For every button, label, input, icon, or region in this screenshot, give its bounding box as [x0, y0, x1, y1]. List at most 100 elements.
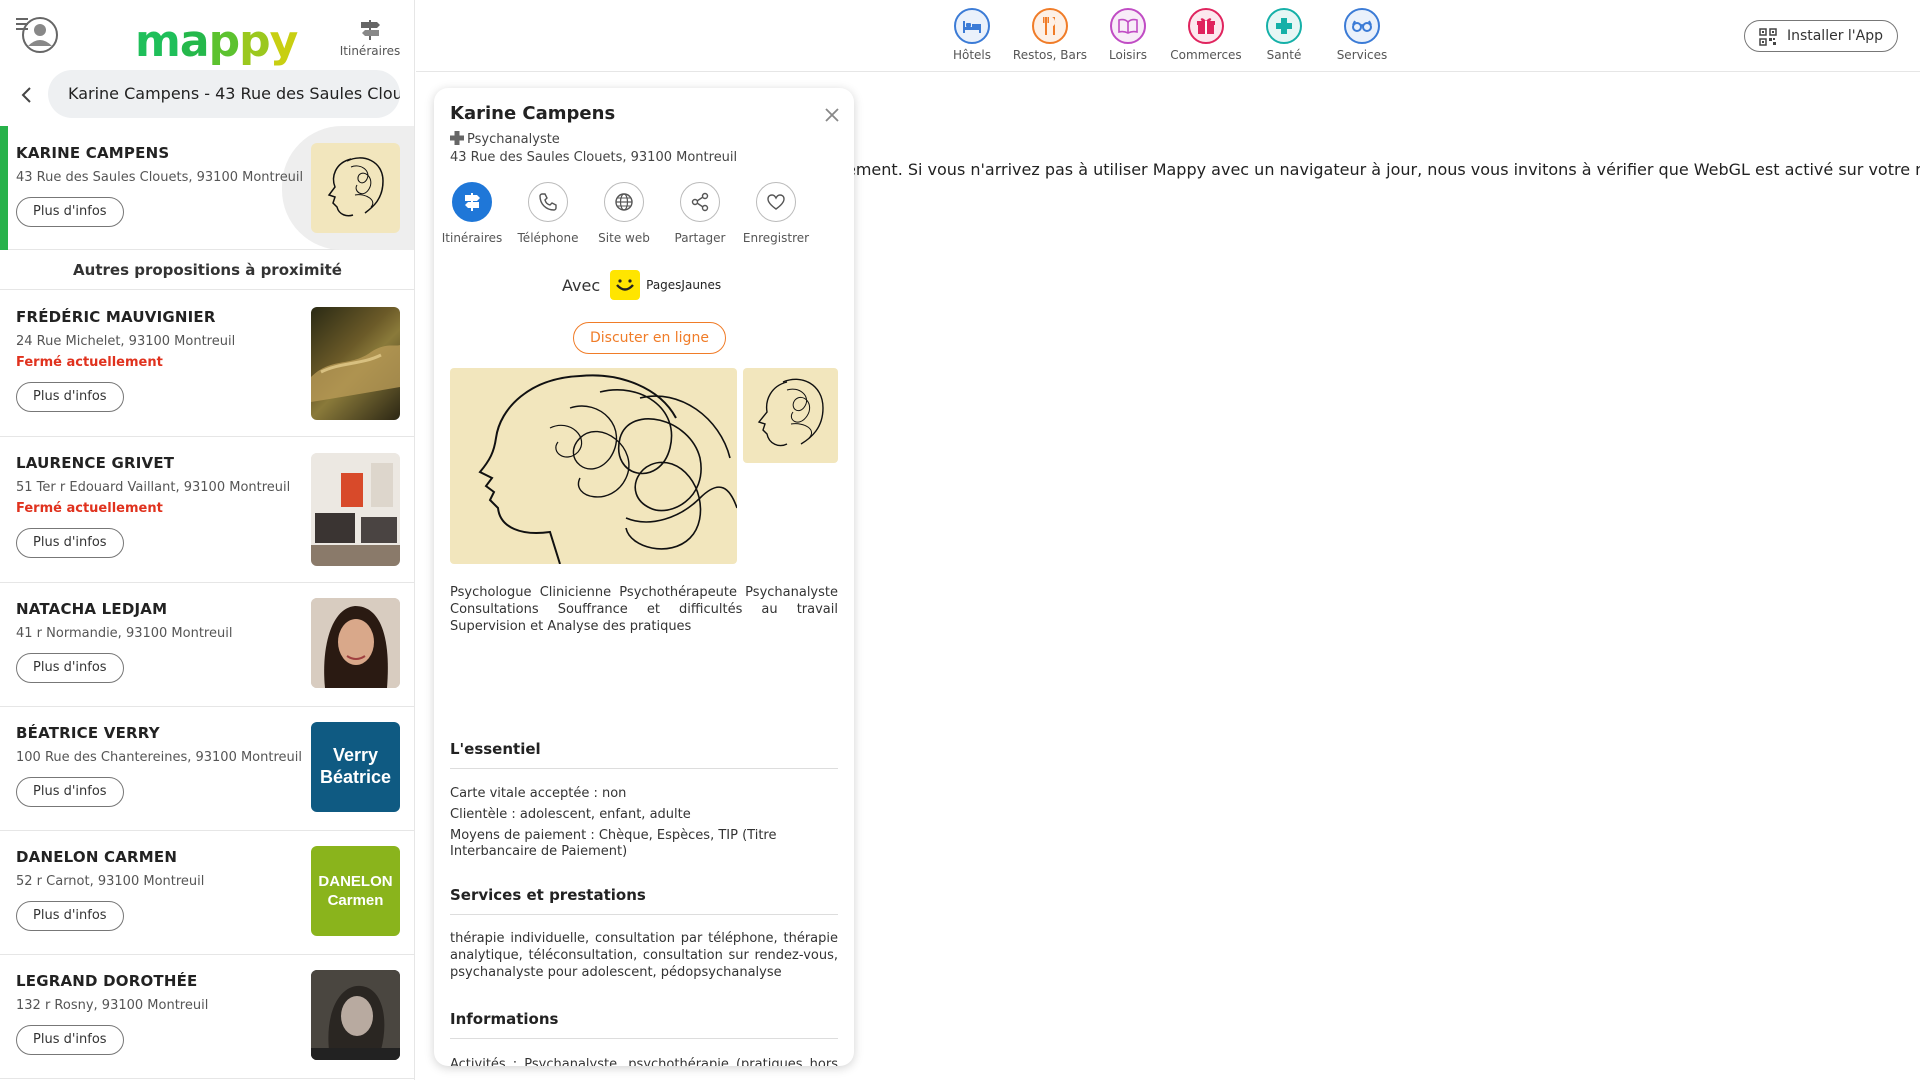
result-name: LAURENCE GRIVET	[16, 454, 175, 472]
category-bar: Hôtels Restos, Bars Loisirs Commerces Sa…	[416, 0, 1920, 72]
globe-icon	[604, 182, 644, 222]
category-loisirs[interactable]: Loisirs	[1088, 8, 1168, 62]
list-item[interactable]: LAURENCE GRIVET 51 Ter r Edouard Vaillan…	[0, 437, 414, 583]
more-info-button[interactable]: Plus d'infos	[16, 777, 124, 807]
result-text: BÉATRICE VERRY 100 Rue des Chantereines,…	[16, 724, 306, 807]
result-address: 52 r Carnot, 93100 Montreuil	[16, 874, 205, 889]
result-name: NATACHA LEDJAM	[16, 600, 168, 618]
fork-knife-icon	[1032, 8, 1068, 44]
thumbnail-text: Béatrice	[319, 767, 392, 787]
cross-icon	[1266, 8, 1302, 44]
search-input[interactable]: Karine Campens - 43 Rue des Saules Cloue	[48, 70, 400, 118]
office-photo-image	[311, 453, 400, 566]
result-address: 100 Rue des Chantereines, 93100 Montreui…	[16, 750, 302, 765]
more-info-button[interactable]: Plus d'infos	[16, 382, 124, 412]
face-sketch-image	[757, 378, 824, 447]
result-text: LAURENCE GRIVET 51 Ter r Edouard Vaillan…	[16, 454, 306, 558]
result-thumbnail[interactable]	[311, 307, 400, 420]
pagesjaunes-partner: Avec PagesJaunes	[562, 270, 721, 300]
pagesjaunes-text: PagesJaunes	[646, 278, 722, 292]
logo-letter: y	[269, 16, 299, 67]
chat-online-button[interactable]: Discuter en ligne	[573, 322, 726, 354]
more-info-button[interactable]: Plus d'infos	[16, 1025, 124, 1055]
result-name: FRÉDÉRIC MAUVIGNIER	[16, 308, 216, 326]
section-informations-title: Informations	[450, 1010, 838, 1039]
category-sante[interactable]: Santé	[1244, 8, 1324, 62]
qr-code-icon	[1759, 28, 1777, 46]
list-item[interactable]: FRÉDÉRIC MAUVIGNIER 24 Rue Michelet, 931…	[0, 291, 414, 437]
essentiel-line: Moyens de paiement : Chèque, Espèces, TI…	[450, 828, 777, 859]
essentiel-line: Carte vitale acceptée : non	[450, 786, 627, 801]
pagesjaunes-logo-icon	[610, 270, 641, 300]
logo-letter: m	[135, 16, 181, 67]
portrait-photo-image	[311, 598, 400, 688]
avec-label: Avec	[562, 275, 601, 295]
close-button[interactable]	[824, 104, 840, 129]
category-restos[interactable]: Restos, Bars	[1010, 8, 1090, 62]
result-thumbnail[interactable]	[311, 598, 400, 688]
action-label: Enregistrer	[742, 231, 810, 245]
place-category: Psychanalyste	[450, 131, 560, 147]
book-icon	[1110, 8, 1146, 44]
action-partager[interactable]: Partager	[662, 182, 738, 245]
itineraires-button[interactable]: Itinéraires	[338, 18, 402, 58]
result-thumbnail[interactable]	[311, 453, 400, 566]
more-info-button[interactable]: Plus d'infos	[16, 653, 124, 683]
status-closed: Fermé actuellement	[16, 355, 163, 370]
featured-result[interactable]: KARINE CAMPENS 43 Rue des Saules Clouets…	[0, 126, 414, 250]
action-label: Itinéraires	[441, 231, 503, 245]
list-item[interactable]: LEGRAND DOROTHÉE 132 r Rosny, 93100 Mont…	[0, 955, 414, 1079]
category-hotels[interactable]: Hôtels	[932, 8, 1012, 62]
status-closed: Fermé actuellement	[16, 501, 163, 516]
result-text: DANELON CARMEN 52 r Carnot, 93100 Montre…	[16, 848, 306, 931]
webgl-warning: ement. Si vous n'arrivez pas à utiliser …	[846, 160, 1920, 179]
services-text: thérapie individuelle, consultation par …	[450, 931, 838, 980]
list-item[interactable]: DANELON CARMEN 52 r Carnot, 93100 Montre…	[0, 831, 414, 955]
action-row: Itinéraires Téléphone Site web Partager …	[434, 182, 854, 252]
essentiel-line: Clientèle : adolescent, enfant, adulte	[450, 807, 691, 822]
face-sketch-image	[327, 157, 384, 217]
glasses-icon	[1344, 8, 1380, 44]
install-app-label: Installer l'App	[1786, 28, 1883, 44]
action-enregistrer[interactable]: Enregistrer	[738, 182, 814, 245]
place-title: Karine Campens	[450, 103, 616, 124]
cross-icon	[450, 131, 464, 145]
install-app-button[interactable]: Installer l'App	[1743, 20, 1898, 52]
place-description: Psychologue Clinicienne Psychothérapeute…	[450, 585, 838, 634]
place-category-label: Psychanalyste	[467, 132, 560, 147]
mappy-logo[interactable]: mappy	[135, 16, 299, 67]
couch-photo-image	[311, 345, 400, 402]
result-thumbnail[interactable]: Verry Béatrice	[311, 722, 400, 812]
gallery-thumbnail-image[interactable]	[743, 368, 838, 463]
close-icon	[825, 108, 839, 122]
result-address: 51 Ter r Edouard Vaillant, 93100 Montreu…	[16, 480, 291, 495]
action-telephone[interactable]: Téléphone	[510, 182, 586, 245]
proximity-title: Autres propositions à proximité	[0, 250, 414, 290]
category-services[interactable]: Services	[1322, 8, 1402, 62]
result-thumbnail[interactable]: DANELON Carmen	[311, 846, 400, 936]
back-button[interactable]	[16, 84, 38, 106]
logo-letter: p	[208, 16, 240, 67]
result-text: FRÉDÉRIC MAUVIGNIER 24 Rue Michelet, 931…	[16, 308, 306, 412]
more-info-button[interactable]: Plus d'infos	[16, 528, 124, 558]
gallery-main-image[interactable]	[450, 368, 737, 564]
result-thumbnail[interactable]	[311, 143, 400, 233]
category-commerces[interactable]: Commerces	[1166, 8, 1246, 62]
list-item[interactable]: BÉATRICE VERRY 100 Rue des Chantereines,…	[0, 707, 414, 831]
list-item[interactable]: NATACHA LEDJAM 41 r Normandie, 93100 Mon…	[0, 583, 414, 707]
category-label: Services	[1336, 48, 1388, 62]
category-label: Commerces	[1170, 48, 1242, 62]
result-address: 41 r Normandie, 93100 Montreuil	[16, 626, 233, 641]
action-site-web[interactable]: Site web	[586, 182, 662, 245]
action-itineraires[interactable]: Itinéraires	[434, 182, 510, 245]
result-text: LEGRAND DOROTHÉE 132 r Rosny, 93100 Mont…	[16, 972, 306, 1055]
logo-letter: a	[179, 16, 210, 67]
more-info-button[interactable]: Plus d'infos	[16, 901, 124, 931]
result-thumbnail[interactable]	[311, 970, 400, 1060]
sidebar: mappy Itinéraires Karine Campens - 43 Ru…	[0, 0, 415, 1080]
user-menu-button[interactable]	[14, 14, 60, 54]
bed-icon	[954, 8, 990, 44]
more-info-button[interactable]: Plus d'infos	[16, 197, 124, 227]
result-address: 132 r Rosny, 93100 Montreuil	[16, 998, 209, 1013]
signpost-icon	[452, 182, 492, 222]
